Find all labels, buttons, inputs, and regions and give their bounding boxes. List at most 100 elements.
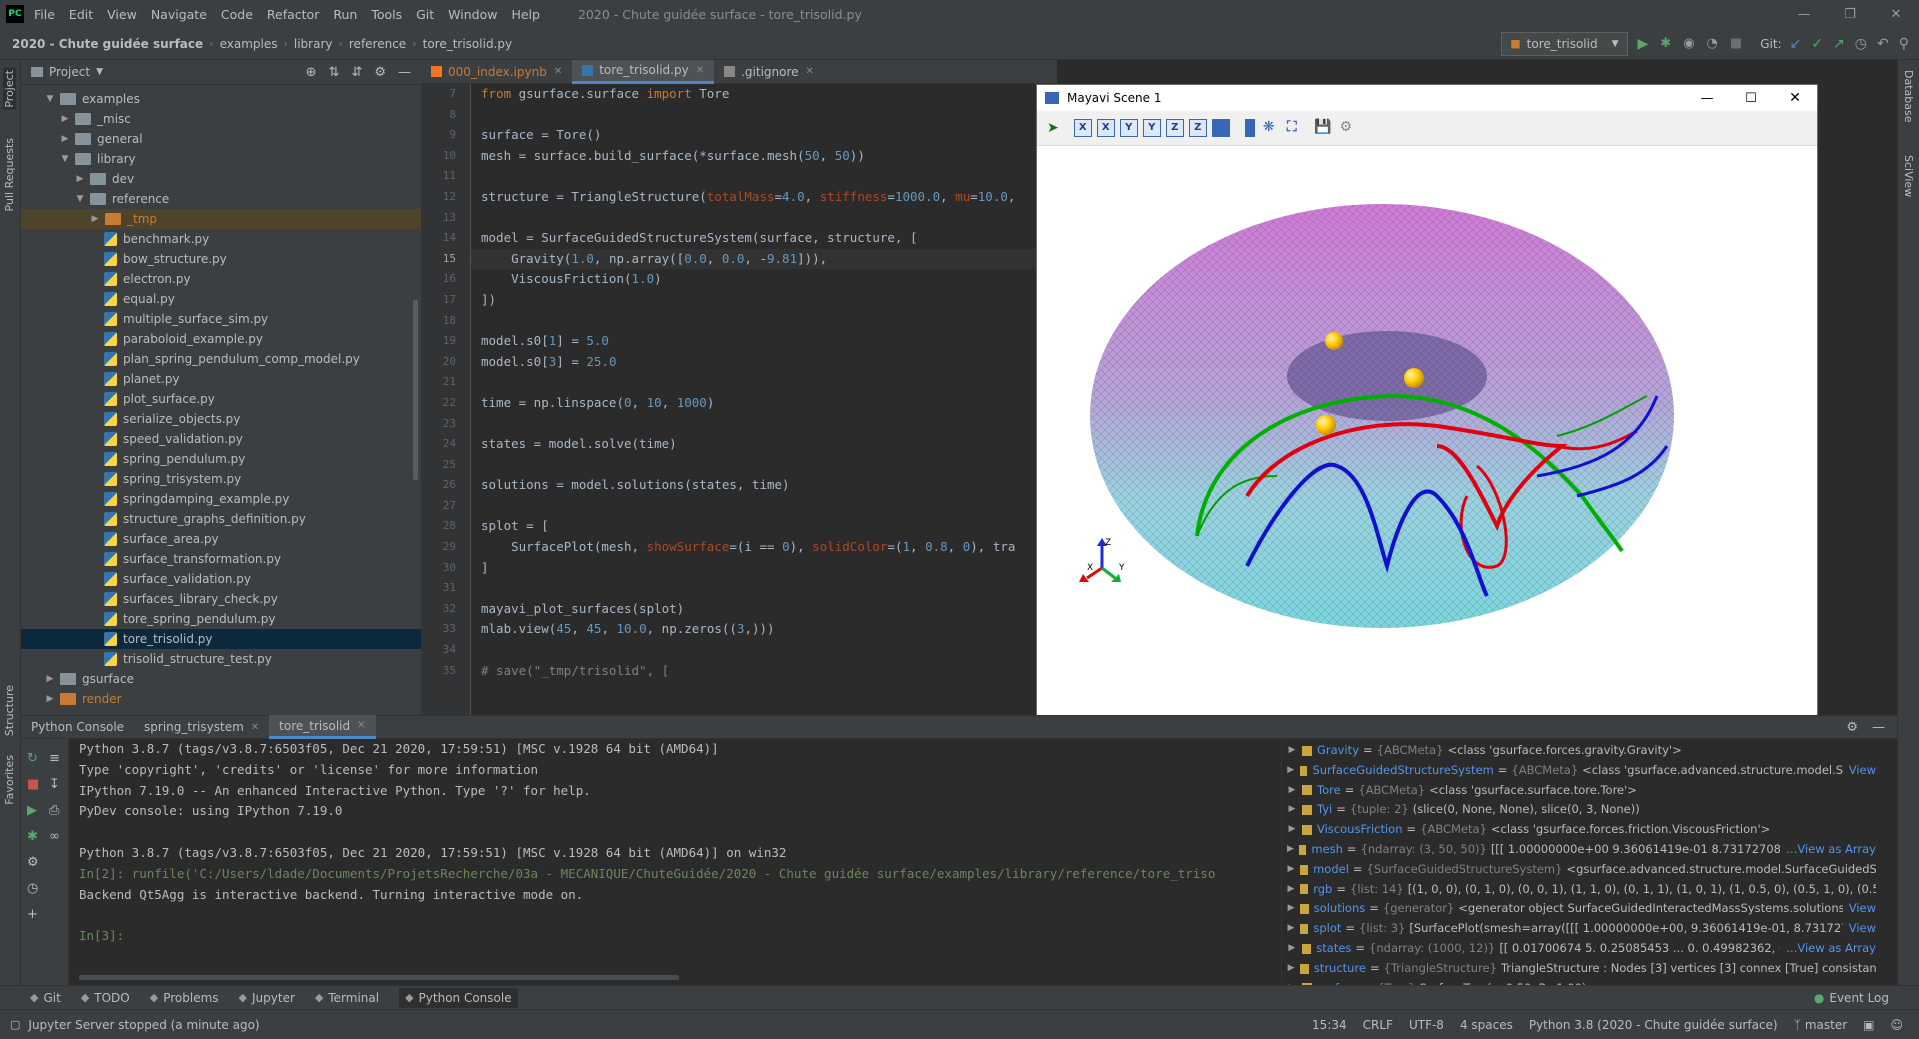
code-line[interactable] bbox=[471, 166, 1057, 187]
rerun-icon[interactable]: ↻ bbox=[27, 751, 38, 766]
expand-arrow-icon[interactable]: ▶ bbox=[1286, 959, 1296, 979]
tree-item[interactable]: serialize_objects.py bbox=[21, 409, 421, 429]
variable-row[interactable]: ▶ ViscousFriction = {ABCMeta} <class 'gsurfa… bbox=[1282, 820, 1876, 840]
caret-position[interactable]: 15:34 bbox=[1312, 1018, 1347, 1032]
code-line[interactable]: model.s0[1] = 5.0 bbox=[471, 331, 1057, 352]
view-z-neg-icon[interactable]: Z bbox=[1188, 119, 1207, 137]
expand-arrow-icon[interactable]: ▶ bbox=[1286, 899, 1296, 919]
breadcrumb-item[interactable]: tore_trisolid.py bbox=[423, 37, 512, 51]
console-hscrollbar[interactable] bbox=[79, 975, 679, 980]
tree-item[interactable]: bow_structure.py bbox=[21, 249, 421, 269]
code-line[interactable]: Gravity(1.0, np.array([0.0, 0.0, -9.81])… bbox=[471, 248, 1057, 270]
tree-item[interactable]: tore_spring_pendulum.py bbox=[21, 609, 421, 629]
tree-item[interactable]: planet.py bbox=[21, 369, 421, 389]
tool-window-button[interactable]: ◆ Terminal bbox=[315, 991, 379, 1005]
collapse-all-icon[interactable]: ⇵ bbox=[351, 65, 362, 80]
minimize-icon[interactable]: — bbox=[1781, 7, 1827, 22]
code-editor[interactable]: from gsurface.surface import Tore surface… bbox=[471, 84, 1057, 715]
print-icon[interactable]: ⎙ bbox=[49, 803, 59, 818]
breadcrumb-item[interactable]: 2020 - Chute guidée surface bbox=[12, 37, 203, 51]
git-branch[interactable]: master bbox=[1805, 1018, 1847, 1032]
variable-row[interactable]: ▶ SurfaceGuidedStructureSystem = {ABCMeta} <… bbox=[1282, 761, 1876, 781]
git-push-icon[interactable]: ↗ bbox=[1833, 36, 1845, 52]
code-line[interactable] bbox=[471, 311, 1057, 332]
expand-arrow-icon[interactable]: ▶ bbox=[1286, 800, 1298, 820]
tree-item[interactable]: benchmark.py bbox=[21, 229, 421, 249]
soft-wrap-icon[interactable]: ≡ bbox=[49, 751, 60, 766]
variable-row[interactable]: ▶ structure = {TriangleStructure} TriangleSt… bbox=[1282, 959, 1876, 979]
expand-arrow-icon[interactable]: ▶ bbox=[1286, 761, 1296, 781]
code-line[interactable]: ]) bbox=[471, 290, 1057, 311]
variable-row[interactable]: ▶ states = {ndarray: (1000, 12)}[[ 0.017006… bbox=[1282, 939, 1876, 959]
variable-row[interactable]: ▶ rgb = {list: 14} [(1, 0, 0), (0, 1, 0), (0… bbox=[1282, 880, 1876, 900]
tree-item[interactable]: surface_validation.py bbox=[21, 569, 421, 589]
menu-tools[interactable]: Tools bbox=[371, 7, 402, 22]
tree-item[interactable]: tore_trisolid.py bbox=[21, 629, 421, 649]
view-z-icon[interactable]: Z bbox=[1165, 119, 1184, 137]
editor-tab[interactable]: 000_index.ipynb ✕ bbox=[421, 60, 572, 84]
git-commit-icon[interactable]: ✓ bbox=[1811, 36, 1823, 52]
debug-icon[interactable]: ✱ bbox=[27, 829, 38, 844]
code-line[interactable]: SurfacePlot(mesh, showSurface=(i == 0), … bbox=[471, 537, 1057, 558]
close-tab-icon[interactable]: ✕ bbox=[554, 66, 562, 77]
view-link[interactable]: View bbox=[1849, 899, 1876, 919]
tree-item[interactable]: ▼ examples bbox=[21, 89, 421, 109]
pull-requests-tool-button[interactable]: Pull Requests bbox=[3, 138, 16, 211]
editor-tab[interactable]: tore_trisolid.py ✕ bbox=[572, 59, 715, 84]
view-x-neg-icon[interactable]: X bbox=[1096, 119, 1115, 137]
view-link[interactable]: View bbox=[1849, 761, 1876, 781]
menu-edit[interactable]: Edit bbox=[69, 7, 93, 22]
expand-arrow-icon[interactable]: ▶ bbox=[1286, 741, 1298, 761]
menu-refactor[interactable]: Refactor bbox=[267, 7, 319, 22]
view-x-icon[interactable]: X bbox=[1073, 119, 1092, 137]
line-separator[interactable]: CRLF bbox=[1363, 1018, 1393, 1032]
menu-git[interactable]: Git bbox=[416, 7, 434, 22]
locate-icon[interactable]: ⊕ bbox=[306, 65, 317, 80]
tool-window-button[interactable]: ◆ Python Console bbox=[399, 987, 518, 1008]
run-config-select[interactable]: ■ tore_trisolid ▼ bbox=[1501, 31, 1628, 56]
tree-item[interactable]: spring_pendulum.py bbox=[21, 449, 421, 469]
expand-all-icon[interactable]: ⇅ bbox=[329, 65, 340, 80]
chevron-right-icon[interactable]: ▶ bbox=[74, 174, 86, 184]
code-line[interactable]: model = SurfaceGuidedStructureSystem(sur… bbox=[471, 228, 1057, 249]
coverage-icon[interactable]: ◉ bbox=[1683, 36, 1694, 51]
view-y-icon[interactable]: Y bbox=[1119, 119, 1138, 137]
minimize-icon[interactable]: — bbox=[1685, 91, 1729, 106]
tool-window-button[interactable]: ◆ Git bbox=[30, 991, 61, 1005]
code-line[interactable] bbox=[471, 578, 1057, 599]
lock-icon[interactable]: ▣ bbox=[1863, 1018, 1874, 1032]
git-update-icon[interactable]: ↙ bbox=[1790, 36, 1802, 52]
view-y-neg-icon[interactable]: Y bbox=[1142, 119, 1161, 137]
rollback-icon[interactable]: ↶ bbox=[1877, 36, 1889, 52]
variable-row[interactable]: ▶ solutions = {generator} <generator object … bbox=[1282, 899, 1876, 919]
code-line[interactable] bbox=[471, 208, 1057, 229]
variable-row[interactable]: ▶ Gravity = {ABCMeta} <class 'gsurface.force… bbox=[1282, 741, 1876, 761]
gear-icon[interactable]: ⚙ bbox=[374, 65, 386, 80]
code-line[interactable]: mesh = surface.build_surface(*surface.me… bbox=[471, 146, 1057, 167]
close-tab-icon[interactable]: ✕ bbox=[251, 722, 259, 733]
variable-row[interactable]: ▶ mesh = {ndarray: (3, 50, 50)}[[[ 1.000000… bbox=[1282, 840, 1876, 860]
tree-item[interactable]: surface_area.py bbox=[21, 529, 421, 549]
chevron-right-icon[interactable]: ▶ bbox=[44, 694, 56, 704]
axes-icon[interactable]: ❋ bbox=[1260, 119, 1278, 137]
favorites-tool-button[interactable]: Favorites bbox=[3, 755, 16, 805]
variable-row[interactable]: ▶ Tyi = {tuple: 2} (slice(0, None, None), sl… bbox=[1282, 800, 1876, 820]
tree-item[interactable]: ▶ dev bbox=[21, 169, 421, 189]
parallel-projection-icon[interactable] bbox=[1244, 119, 1255, 137]
mayavi-scene[interactable]: Z X Y bbox=[1037, 146, 1817, 734]
structure-tool-button[interactable]: Structure bbox=[3, 685, 16, 736]
chevron-down-icon[interactable]: ▼ bbox=[59, 154, 71, 164]
code-line[interactable]: time = np.linspace(0, 10, 1000) bbox=[471, 393, 1057, 414]
menu-run[interactable]: Run bbox=[333, 7, 357, 22]
execute-icon[interactable]: ▶ bbox=[27, 803, 37, 818]
run-icon[interactable]: ▶ bbox=[1638, 36, 1649, 52]
save-icon[interactable]: 💾 bbox=[1314, 119, 1332, 137]
menu-navigate[interactable]: Navigate bbox=[151, 7, 207, 22]
editor-tab[interactable]: .gitignore ✕ bbox=[714, 60, 824, 84]
tree-item[interactable]: plot_surface.py bbox=[21, 389, 421, 409]
hide-icon[interactable]: — bbox=[398, 65, 411, 80]
code-line[interactable]: mlab.view(45, 45, 10.0, np.zeros((3,))) bbox=[471, 619, 1057, 640]
console-tab[interactable]: spring_trisystem ✕ bbox=[134, 715, 269, 739]
menu-file[interactable]: File bbox=[34, 7, 55, 22]
code-line[interactable]: structure = TriangleStructure(totalMass=… bbox=[471, 187, 1057, 208]
